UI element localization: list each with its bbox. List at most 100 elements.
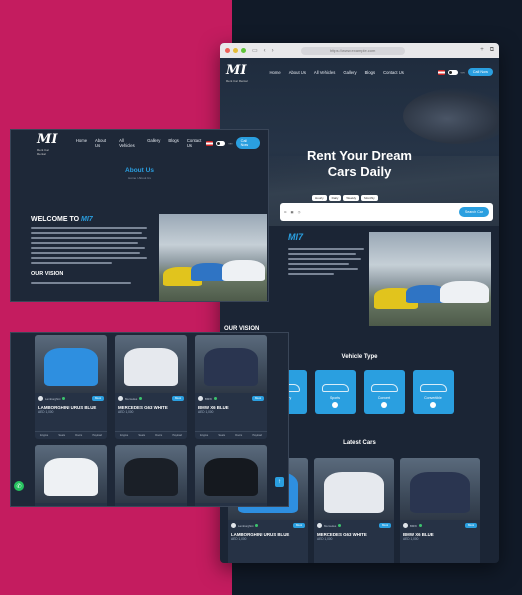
- book-button[interactable]: Book: [252, 396, 264, 401]
- language-flag-icon[interactable]: [437, 69, 445, 75]
- theme-toggle[interactable]: [215, 140, 226, 146]
- language-flag-icon[interactable]: [206, 140, 213, 146]
- rental-period-tabs: Hourly Daily Weekly Monthly: [312, 195, 378, 201]
- car-card[interactable]: MercedesBookMERCEDES G63 WHITEAED 1,000E…: [115, 335, 187, 439]
- car-card[interactable]: BMWBookBMW X6 BLUEAED 1,000EngineSeatsDo…: [195, 335, 267, 439]
- car-photo: [409, 471, 471, 513]
- hero-car-image: [403, 88, 499, 144]
- book-button[interactable]: Book: [252, 506, 264, 507]
- book-button[interactable]: Book: [92, 506, 104, 507]
- car-card[interactable]: Mercedes Book: [35, 445, 107, 507]
- site-logo[interactable]: MI Rent Car Rental: [226, 61, 248, 83]
- back-icon[interactable]: ‹: [264, 48, 266, 54]
- search-car-button[interactable]: Search Car: [458, 207, 489, 217]
- brand-name: Lamborghini: [238, 523, 254, 528]
- nav-contact[interactable]: Contact Us: [383, 70, 404, 75]
- car-listing-window: Lamborghini Book LAMBORGHINI URUS BLUE AED …: [10, 332, 289, 507]
- nav-blogs[interactable]: Blogs: [365, 70, 375, 75]
- car-specs: Engine Seats Doors Payload: [195, 431, 267, 437]
- spec-label: Engine: [120, 434, 129, 437]
- car-image[interactable]: [400, 458, 480, 520]
- book-button[interactable]: Book: [172, 506, 184, 507]
- call-now-button[interactable]: Call Now: [467, 68, 493, 76]
- sports-cars-image: [159, 214, 267, 301]
- car-card[interactable]: BMWBookBMW X6 BLUEAED 1,000EngineSeatsDo…: [400, 458, 480, 563]
- tab-hourly[interactable]: Hourly: [312, 195, 327, 201]
- vehicle-type-sports[interactable]: Sports: [314, 370, 356, 414]
- car-image[interactable]: [314, 458, 394, 520]
- about-text: [288, 248, 364, 278]
- nav-contact[interactable]: Contact Us: [187, 138, 206, 148]
- close-dot-icon[interactable]: [225, 48, 230, 53]
- minimize-dot-icon[interactable]: [233, 48, 238, 53]
- nav-home[interactable]: Home: [76, 138, 87, 148]
- spec-label: Seats: [218, 434, 226, 437]
- scroll-up-icon[interactable]: ↑: [275, 477, 284, 487]
- car-price: AED 1,000: [38, 410, 54, 414]
- nav-home[interactable]: Home: [270, 70, 281, 75]
- forward-icon[interactable]: ›: [272, 48, 274, 54]
- car-photo: [43, 457, 99, 497]
- spec-label: Payload: [252, 434, 262, 437]
- book-button[interactable]: Book: [172, 396, 184, 401]
- arrow-icon: [332, 402, 338, 408]
- call-now-button[interactable]: Call Now: [235, 137, 260, 149]
- location-icon[interactable]: ⊙: [284, 210, 287, 214]
- theme-toggle[interactable]: [447, 69, 458, 75]
- new-tab-icon[interactable]: +: [480, 47, 484, 54]
- car-photo: [203, 347, 259, 387]
- car-card[interactable]: MercedesBookMERCEDES G63 WHITEAED 1,000E…: [314, 458, 394, 563]
- car-specs: Engine Seats Doors Payload: [115, 431, 187, 437]
- nav-about[interactable]: About Us: [95, 138, 111, 148]
- nav-vehicles[interactable]: All Vehicles: [314, 70, 335, 75]
- clock-icon[interactable]: ◷: [298, 210, 301, 214]
- brand-name: Mercedes: [125, 507, 137, 508]
- sports-cars-image: [369, 232, 491, 326]
- calendar-icon[interactable]: ▦: [291, 210, 294, 214]
- book-button[interactable]: Book: [293, 523, 305, 528]
- car-image[interactable]: [35, 445, 107, 503]
- tab-weekly[interactable]: Weekly: [343, 195, 360, 201]
- brand-logo-icon: [38, 506, 43, 507]
- tab-daily[interactable]: Daily: [328, 195, 342, 201]
- brand-logo-icon: [403, 523, 408, 528]
- address-bar[interactable]: https://www.example.com: [300, 46, 405, 55]
- car-meta: Mercedes Book: [314, 523, 394, 528]
- spec-label: Engine: [40, 434, 49, 437]
- car-card[interactable]: BMW Book: [195, 445, 267, 507]
- nav-gallery[interactable]: Gallery: [147, 138, 160, 148]
- car-image[interactable]: [115, 335, 187, 393]
- car-price: AED 1,000: [317, 537, 333, 541]
- site-logo[interactable]: MI Rent Car Rental: [37, 130, 58, 156]
- maximize-dot-icon[interactable]: [241, 48, 246, 53]
- car-card[interactable]: Lamborghini Book LAMBORGHINI URUS BLUE AED …: [35, 335, 107, 439]
- social-icons[interactable]: ◦◦◦: [461, 70, 465, 75]
- vehicle-type-convert[interactable]: Convert: [363, 370, 405, 414]
- car-card[interactable]: Mercedes Book: [115, 445, 187, 508]
- car-image[interactable]: [115, 445, 187, 503]
- tab-monthly[interactable]: Monthly: [361, 195, 378, 201]
- nav-vehicles[interactable]: All Vehicles: [119, 138, 139, 148]
- car-image[interactable]: [195, 335, 267, 393]
- vehicle-type-convertible[interactable]: Convertible: [412, 370, 454, 414]
- social-icons[interactable]: ◦◦◦: [228, 141, 232, 146]
- nav-about[interactable]: About Us: [289, 70, 306, 75]
- car-image[interactable]: [195, 445, 267, 503]
- site-header: MI Rent Car Rental Home About Us All Veh…: [220, 58, 499, 86]
- car-image[interactable]: [35, 335, 107, 393]
- car-price: AED 1,000: [198, 410, 214, 414]
- nav-gallery[interactable]: Gallery: [343, 70, 356, 75]
- book-button[interactable]: Book: [379, 523, 391, 528]
- nav-blogs[interactable]: Blogs: [168, 138, 178, 148]
- whatsapp-icon[interactable]: ✆: [14, 481, 24, 491]
- brand-heading: MI7: [288, 232, 304, 242]
- brand-name: Mercedes: [125, 396, 138, 401]
- available-icon: [255, 524, 259, 527]
- book-button[interactable]: Book: [92, 396, 104, 401]
- breadcrumb[interactable]: Home / About Us: [11, 176, 268, 180]
- car-photo: [203, 457, 259, 497]
- car-price: AED 1,000: [118, 410, 134, 414]
- book-button[interactable]: Book: [465, 523, 477, 528]
- tabs-icon[interactable]: ⧉: [490, 47, 494, 54]
- sidebar-icon[interactable]: ▭: [252, 47, 258, 54]
